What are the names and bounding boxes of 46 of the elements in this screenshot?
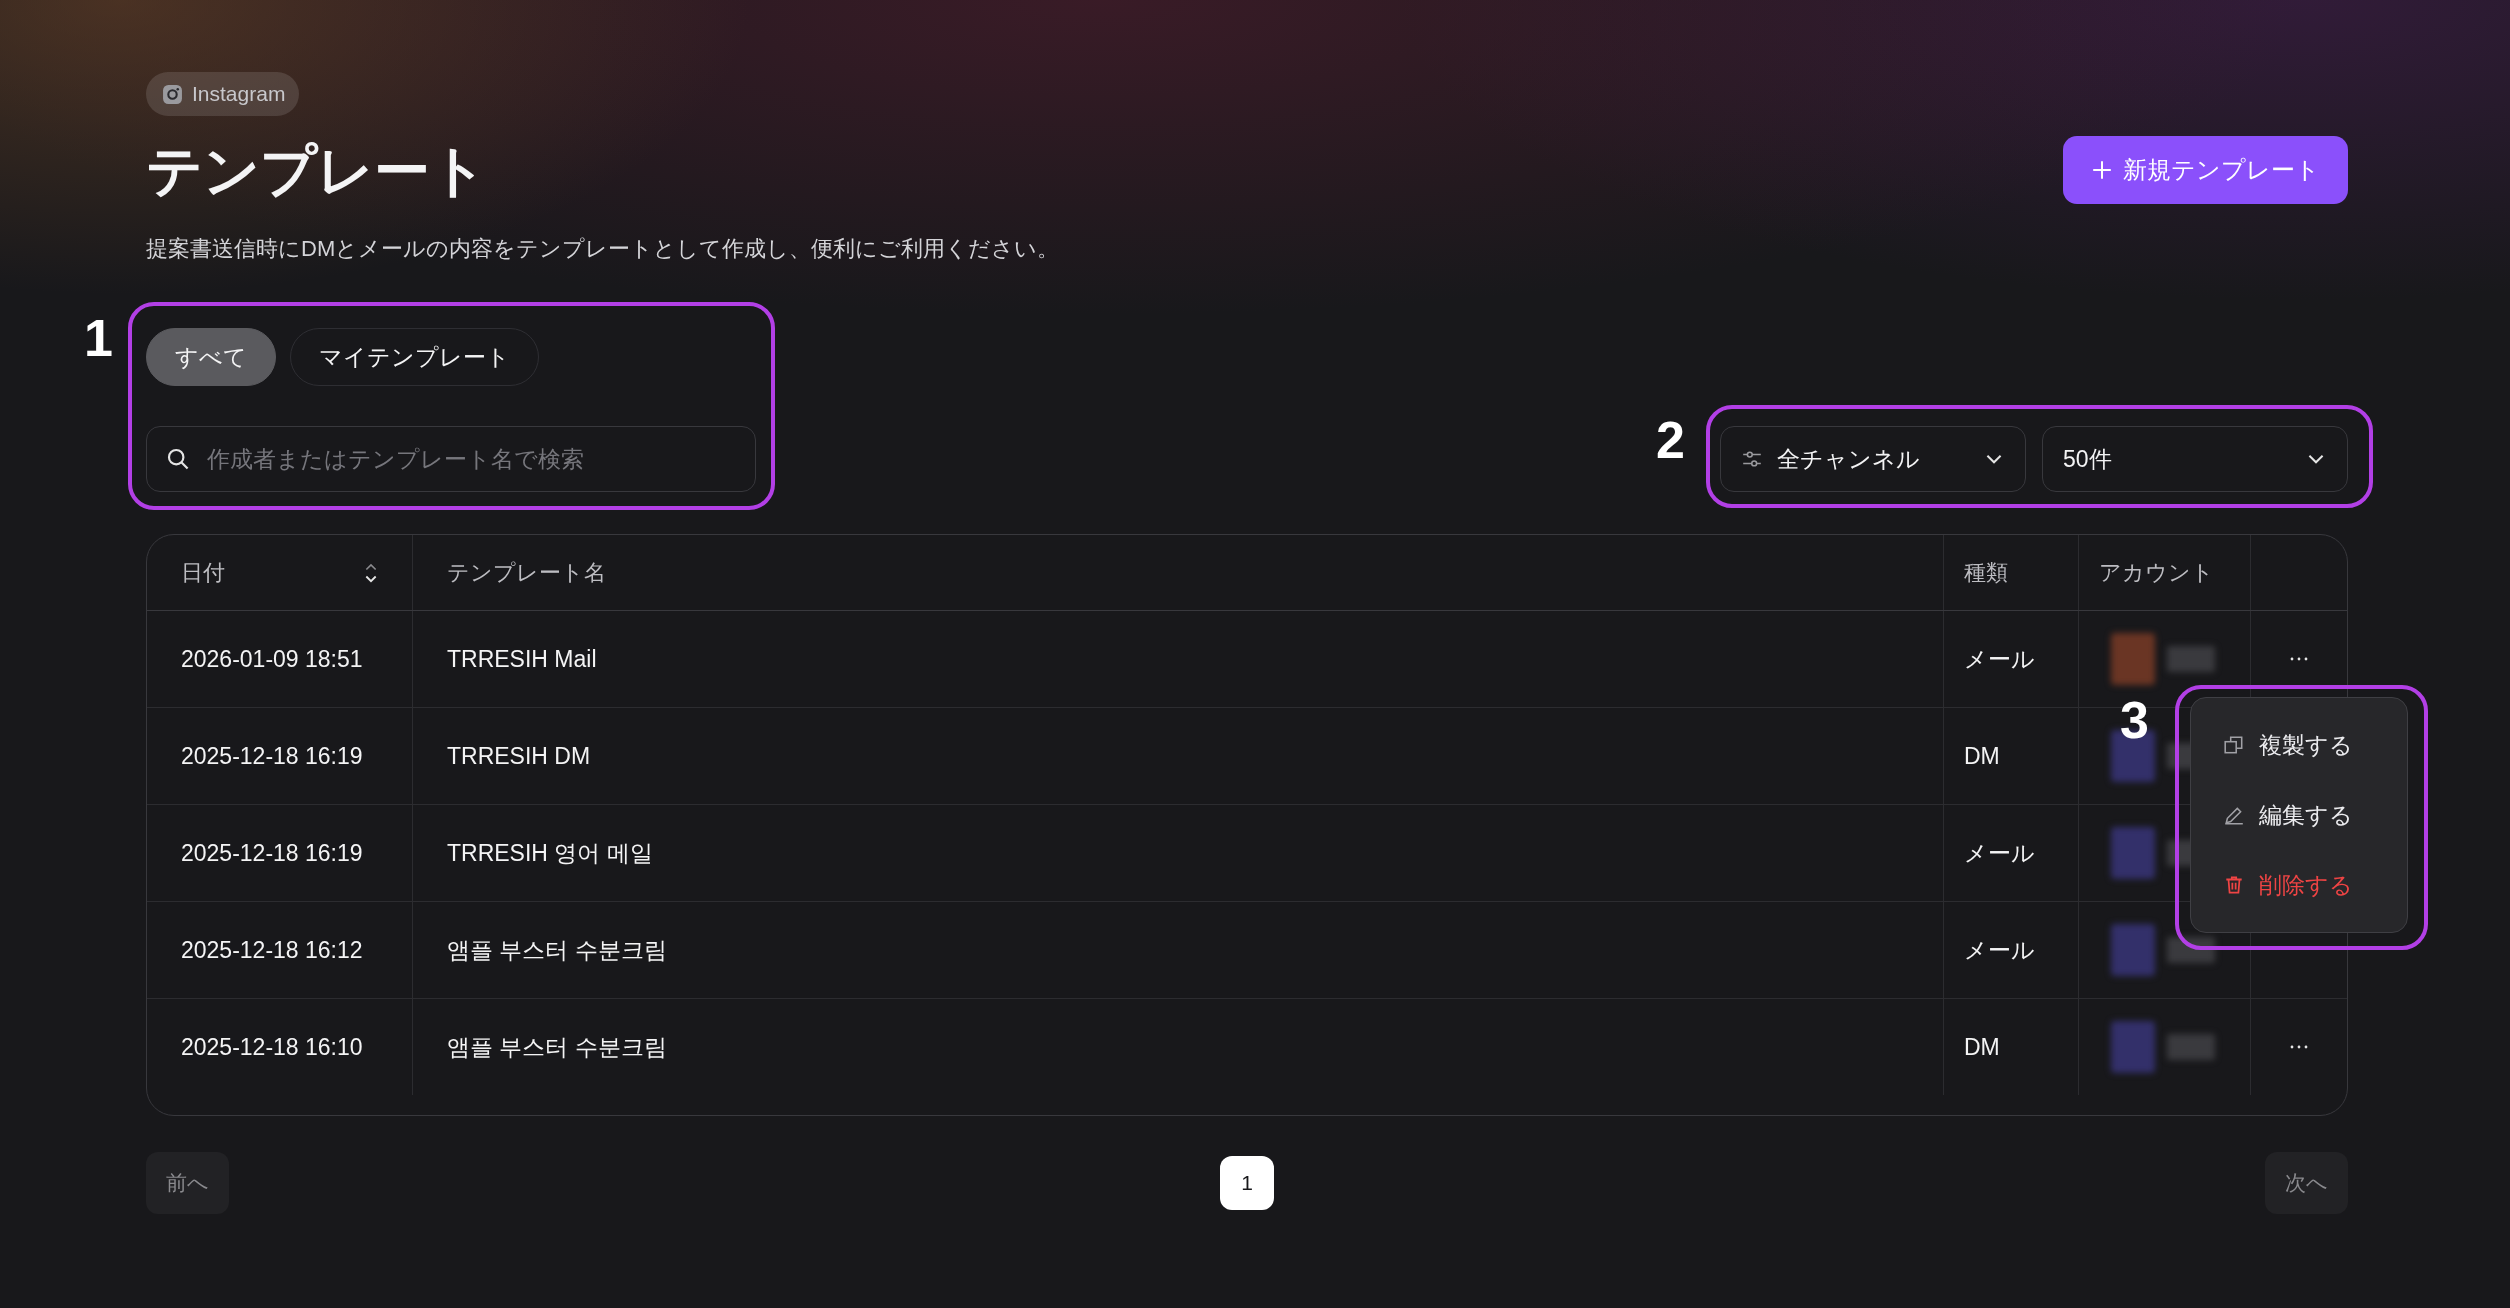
more-icon[interactable] — [2289, 1044, 2309, 1050]
template-name-cell: TRRESIH DM — [447, 742, 591, 770]
template-name-cell-text: TRRESIH 영어 메일 — [447, 838, 653, 868]
menu-item[interactable]: 複製する — [2191, 713, 2407, 777]
pencil-icon — [2223, 804, 2245, 826]
column-header: 日付 — [181, 558, 225, 587]
search-icon — [166, 447, 190, 471]
annotation-number: 1 — [84, 312, 113, 364]
camera-icon — [162, 83, 183, 105]
date-cell: 2026-01-09 18:51 — [181, 645, 363, 673]
platform-name: Instagram — [192, 82, 286, 106]
annotation-number: 3 — [2120, 694, 2149, 746]
type-cell: DM — [1964, 1033, 2000, 1061]
dropdown[interactable]: 全チャンネル — [1720, 426, 2026, 492]
type-cell: DM — [1964, 742, 2000, 770]
page-button[interactable]: 1 — [1220, 1156, 1274, 1210]
blurred-name — [2167, 646, 2215, 672]
dropdown[interactable]: 50件 — [2042, 426, 2348, 492]
sliders-icon — [1741, 448, 1763, 470]
page-title: テンプレート — [146, 140, 487, 202]
template-name-cell: TRRESIH Mail — [447, 645, 597, 673]
column-header: アカウント — [2099, 558, 2214, 587]
date-cell: 2025-12-18 16:10 — [181, 1033, 363, 1061]
date-cell: 2025-12-18 16:12 — [181, 936, 363, 964]
blurred-name — [2167, 1034, 2215, 1060]
search-field[interactable]: 作成者またはテンプレート名で検索 — [146, 426, 756, 492]
type-cell-text: メール — [1964, 644, 2035, 674]
page-description: 提案書送信時にDMとメールの内容をテンプレートとして作成し、便利にご利用ください。 — [146, 235, 1061, 263]
plus-icon — [2091, 159, 2113, 181]
column-header: 種類 — [1964, 558, 2008, 587]
blurred-name — [2167, 937, 2215, 963]
date-cell: 2025-12-18 16:19 — [181, 839, 363, 867]
menu-item[interactable]: 削除する — [2191, 853, 2407, 917]
copy-icon — [2223, 734, 2245, 756]
annotation-number: 2 — [1656, 414, 1685, 466]
date-cell: 2025-12-18 16:19 — [181, 742, 363, 770]
trash-icon — [2223, 874, 2245, 896]
new-template-button[interactable]: 新規テンプレート — [2063, 136, 2348, 204]
more-icon[interactable] — [2289, 656, 2309, 662]
type-cell-text: メール — [1964, 838, 2035, 868]
template-name-cell-text: 앰플 부스터 수분크림 — [447, 935, 667, 965]
template-name-cell-text: 앰플 부스터 수분크림 — [447, 1032, 667, 1062]
column-header: テンプレート名 — [447, 558, 606, 587]
filter-tab[interactable]: すべて — [146, 328, 276, 386]
type-cell-text: メール — [1964, 935, 2035, 965]
menu-item[interactable]: 編集する — [2191, 783, 2407, 847]
